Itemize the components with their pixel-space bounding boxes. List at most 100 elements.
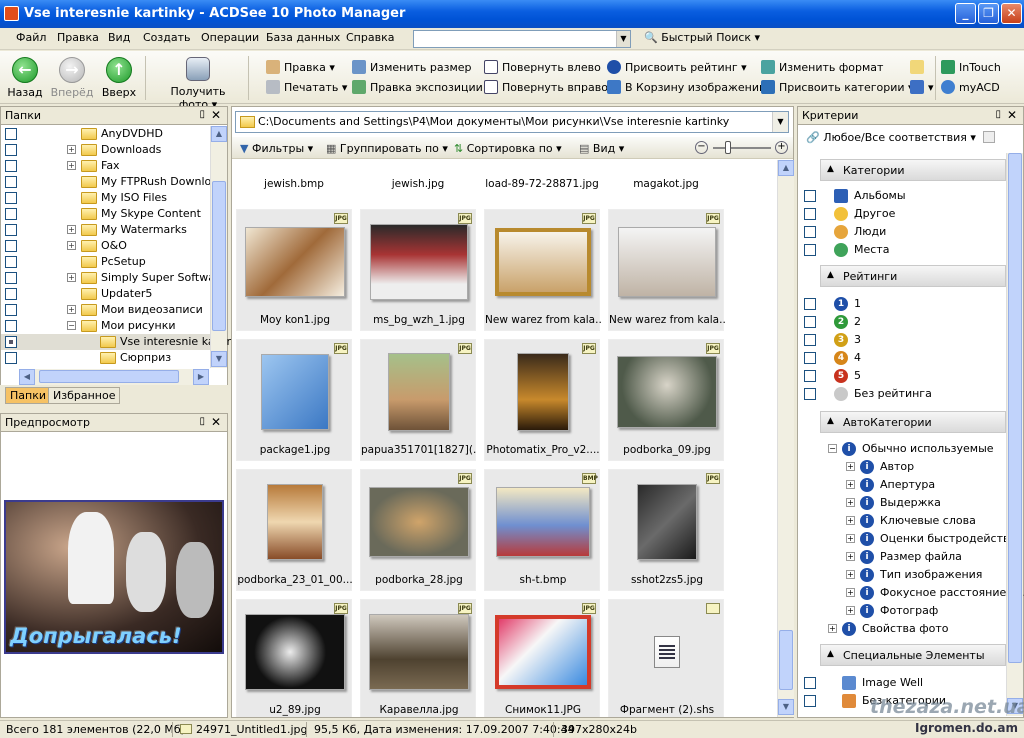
- edit-button[interactable]: Правка ▾: [266, 60, 335, 74]
- chevron-down-icon[interactable]: ▼: [772, 112, 788, 132]
- filters-button[interactable]: ▼ Фильтры ▾: [240, 142, 313, 155]
- expand-icon[interactable]: +: [846, 498, 855, 507]
- criteria-item[interactable]: − i Обычно используемые: [798, 440, 1008, 458]
- criteria-checkbox[interactable]: [804, 388, 816, 400]
- folder-checkbox[interactable]: [5, 320, 17, 332]
- email-button[interactable]: [910, 60, 928, 74]
- minimize-button[interactable]: _: [955, 3, 976, 24]
- expand-icon[interactable]: +: [846, 516, 855, 525]
- folder-checkbox[interactable]: [5, 144, 17, 156]
- criteria-item[interactable]: + i Автор: [798, 458, 1008, 476]
- folder-tree-item[interactable]: Updater5: [1, 286, 211, 302]
- collapse-arrow-icon[interactable]: ▲: [827, 416, 834, 426]
- folder-checkbox[interactable]: [5, 160, 17, 172]
- criteria-checkbox[interactable]: [804, 677, 816, 689]
- criteria-checkbox[interactable]: [804, 334, 816, 346]
- tab-favorites[interactable]: Избранное: [48, 387, 121, 404]
- criteria-item[interactable]: + i Апертура: [798, 476, 1008, 494]
- hscroll-thumb[interactable]: [39, 370, 179, 383]
- criteria-item[interactable]: + i Ключевые слова: [798, 512, 1008, 530]
- criteria-item[interactable]: + i Фотограф: [798, 602, 1008, 620]
- criteria-item[interactable]: 55: [798, 367, 1008, 385]
- folder-tree-item[interactable]: Сюрприз: [1, 350, 211, 366]
- criteria-checkbox[interactable]: [804, 244, 816, 256]
- close-icon[interactable]: ✕: [211, 415, 221, 429]
- list-item[interactable]: jewish.jpg: [360, 160, 476, 190]
- criteria-item[interactable]: Места: [798, 241, 1008, 259]
- expand-icon[interactable]: −: [828, 444, 837, 453]
- expand-icon[interactable]: +: [846, 606, 855, 615]
- thumbnail-item[interactable]: JPG u2_89.jpg: [236, 599, 352, 717]
- ratings-group[interactable]: ▲ Рейтинги: [820, 265, 1006, 287]
- menu-database[interactable]: База данных: [266, 31, 340, 44]
- folder-tree-item[interactable]: AnyDVDHD: [1, 126, 211, 142]
- menu-edit[interactable]: Правка: [57, 31, 99, 44]
- sort-by-button[interactable]: ⇅ Сортировка по ▾: [454, 142, 562, 155]
- thumbnail-item[interactable]: JPG ms_bg_wzh_1.jpg: [360, 209, 476, 331]
- thumbnail-item[interactable]: Фрагмент (2).shs: [608, 599, 724, 717]
- expand-icon[interactable]: −: [67, 321, 76, 330]
- scroll-thumb[interactable]: [212, 181, 226, 331]
- thumbnail-item[interactable]: JPG Moy kon1.jpg: [236, 209, 352, 331]
- expand-icon[interactable]: +: [846, 480, 855, 489]
- folders-vscrollbar[interactable]: ▲ ▼: [210, 126, 227, 368]
- tab-folders[interactable]: Папки: [5, 387, 51, 404]
- list-item[interactable]: load-89-72-28871.jpg: [484, 160, 600, 190]
- criteria-checkbox[interactable]: [804, 316, 816, 328]
- scroll-down-icon[interactable]: ▼: [778, 699, 794, 715]
- folder-checkbox[interactable]: [5, 336, 17, 348]
- scroll-right-icon[interactable]: ▶: [193, 369, 209, 385]
- folder-tree-item[interactable]: − Мои рисунки: [1, 318, 211, 334]
- folder-checkbox[interactable]: [5, 272, 17, 284]
- pin-icon[interactable]: ▯: [199, 109, 205, 120]
- folder-tree-item[interactable]: My FTPRush Download: [1, 174, 225, 190]
- thumbnail-item[interactable]: JPG papua351701[1827](...: [360, 339, 477, 461]
- expand-icon[interactable]: +: [846, 570, 855, 579]
- expand-icon[interactable]: +: [67, 305, 76, 314]
- expand-icon[interactable]: +: [846, 552, 855, 561]
- folder-tree-item[interactable]: + O&O: [1, 238, 211, 254]
- folder-tree-item[interactable]: Vse interesnie kartinky: [1, 334, 246, 350]
- thumbnail-item[interactable]: BMP sh-t.bmp: [484, 469, 600, 591]
- thumbnail-item[interactable]: JPG podborka_28.jpg: [360, 469, 476, 591]
- print-button[interactable]: Печатать ▾: [266, 80, 347, 94]
- menu-tools[interactable]: Операции: [201, 31, 259, 44]
- scroll-thumb[interactable]: [779, 630, 793, 690]
- folder-tree-item[interactable]: + Fax: [1, 158, 211, 174]
- close-icon[interactable]: ✕: [211, 108, 221, 122]
- folder-tree-item[interactable]: My Skype Content: [1, 206, 211, 222]
- maximize-button[interactable]: ❐: [978, 3, 999, 24]
- criteria-vscrollbar[interactable]: ▼: [1006, 153, 1023, 716]
- thumbnail-item[interactable]: podborka_23_01_00...: [236, 469, 353, 591]
- folder-checkbox[interactable]: [5, 224, 17, 236]
- criteria-item[interactable]: 33: [798, 331, 1008, 349]
- criteria-item[interactable]: Другое: [798, 205, 1008, 223]
- expand-icon[interactable]: +: [846, 534, 855, 543]
- categories-group[interactable]: ▲ Категории: [820, 159, 1006, 181]
- criteria-item[interactable]: Альбомы: [798, 187, 1008, 205]
- thumbnail-item[interactable]: JPG Photomatix_Pro_v2....: [484, 339, 600, 461]
- expand-icon[interactable]: +: [67, 225, 76, 234]
- exposure-button[interactable]: Правка экспозиции: [352, 80, 483, 94]
- change-format-button[interactable]: Изменить формат: [761, 60, 883, 74]
- autocategories-group[interactable]: ▲ АвтоКатегории: [820, 411, 1006, 433]
- criteria-item[interactable]: + i Размер файла: [798, 548, 1008, 566]
- thumbnail-item[interactable]: JPG New warez from kala...: [484, 209, 601, 331]
- folder-tree-item[interactable]: + My Watermarks: [1, 222, 211, 238]
- thumbnail-item[interactable]: JPG New warez from kala...: [608, 209, 725, 331]
- back-button[interactable]: ← Назад: [6, 57, 44, 99]
- folder-checkbox[interactable]: [5, 240, 17, 252]
- folder-checkbox[interactable]: [5, 192, 17, 204]
- collapse-arrow-icon[interactable]: ▲: [827, 164, 834, 174]
- criteria-item[interactable]: + i Выдержка: [798, 494, 1008, 512]
- collapse-arrow-icon[interactable]: ▲: [827, 270, 834, 280]
- scroll-down-icon[interactable]: ▼: [211, 351, 227, 367]
- scroll-left-icon[interactable]: ◀: [19, 369, 35, 385]
- image-basket-button[interactable]: В Корзину изображений: [607, 80, 766, 94]
- expand-icon[interactable]: +: [846, 588, 855, 597]
- quick-search-button[interactable]: 🔍 Быстрый Поиск ▾: [644, 31, 760, 44]
- zoom-thumb[interactable]: [725, 141, 731, 154]
- collapse-arrow-icon[interactable]: ▲: [827, 649, 834, 659]
- search-combo[interactable]: ▼: [413, 30, 631, 48]
- up-button[interactable]: ↑ Вверх: [101, 57, 137, 99]
